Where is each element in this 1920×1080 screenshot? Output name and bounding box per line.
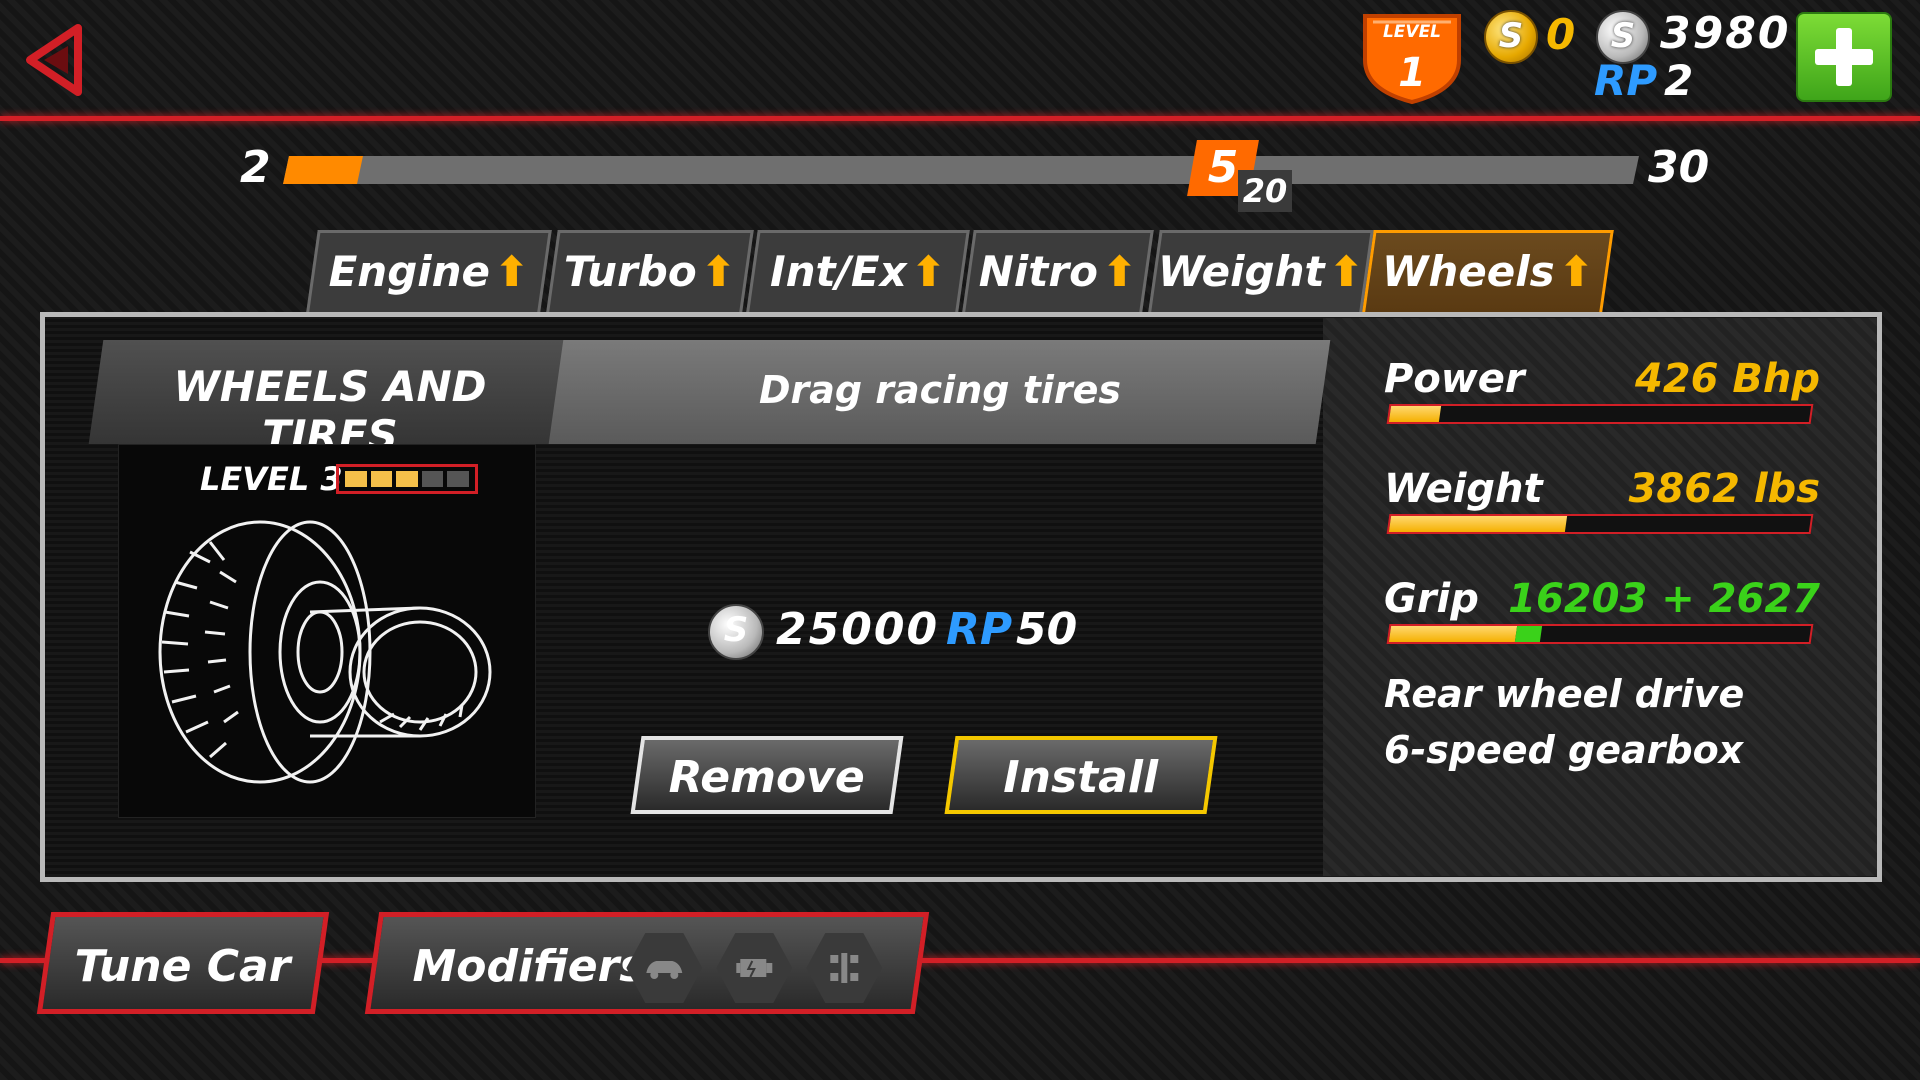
power-label: Power [1384,356,1525,402]
silver-balance: 3980 [1660,8,1791,59]
cost-value: 25000 [776,604,940,655]
level-label: LEVEL [1382,22,1442,42]
progress-max: 30 [1648,142,1710,193]
silver-coin-icon: S [708,604,764,660]
gold-coin-icon: S [1484,10,1538,64]
drive-type: Rear wheel drive [1384,672,1745,716]
cost-rp-value: 50 [1016,604,1078,655]
modifiers-button[interactable]: Modifiers [364,912,930,1014]
remove-button[interactable]: Remove [630,736,904,814]
tab-turbo[interactable]: Turbo⬆ [546,230,754,312]
tune-car-button[interactable]: Tune Car [36,912,330,1014]
rp-label: RP [1594,56,1658,105]
part-name: Drag racing tires [758,368,1122,412]
weight-bar [1386,514,1814,534]
upgrade-arrow-icon: ⬆ [1558,247,1594,296]
install-button[interactable]: Install [944,736,1218,814]
gold-balance: 0 [1546,10,1576,59]
grip-bar-fill [1388,626,1518,642]
tire-icon [158,520,492,784]
header-divider [0,116,1920,121]
back-button[interactable] [20,22,90,96]
upgrade-arrow-icon: ⬆ [1101,247,1138,296]
level-segment [396,471,418,487]
level-segment [345,471,367,487]
grip-value: 16203 + 2627 [1508,576,1820,622]
progress-fill [283,156,364,184]
upgrade-arrow-icon: ⬆ [910,247,946,296]
progress-marker-sub: 20 [1238,170,1292,212]
cost-rp-label: RP [946,604,1013,655]
upgrade-arrow-icon: ⬆ [1328,247,1364,296]
upgrade-arrow-icon: ⬆ [700,247,736,296]
rp-balance: 2 [1664,56,1694,105]
level-segment [370,471,393,487]
progress-min: 2 [240,142,271,193]
grip-bar [1386,624,1814,644]
grip-label: Grip [1384,576,1479,622]
part-level-bar [336,464,478,494]
power-bar [1386,404,1814,424]
player-level-badge: LEVEL 1 [1357,8,1467,106]
grip-bar-bonus [1514,626,1543,642]
weight-label: Weight [1384,466,1543,512]
tab-wheels[interactable]: Wheels⬆ [1362,230,1614,312]
progress-track [283,156,1639,184]
tab-int-ex[interactable]: Int/Ex⬆ [746,230,970,312]
power-bar-fill [1388,406,1442,422]
chassis-icon[interactable] [806,933,882,1003]
tab-nitro[interactable]: Nitro⬆ [962,230,1154,312]
tab-engine[interactable]: Engine⬆ [306,230,552,312]
add-currency-button[interactable] [1796,12,1892,102]
tab-weight[interactable]: Weight⬆ [1148,230,1374,312]
power-value: 426 Bhp [1634,356,1820,402]
gearbox-type: 6-speed gearbox [1384,728,1744,772]
weight-bar-fill [1388,516,1568,532]
part-level: LEVEL 3 [200,460,343,498]
weight-value: 3862 lbs [1628,466,1820,512]
level-segment [421,471,444,487]
level-number: 1 [1398,50,1426,96]
engine-icon[interactable] [716,933,792,1003]
upgrade-arrow-icon: ⬆ [494,247,530,296]
level-segment [447,471,469,487]
